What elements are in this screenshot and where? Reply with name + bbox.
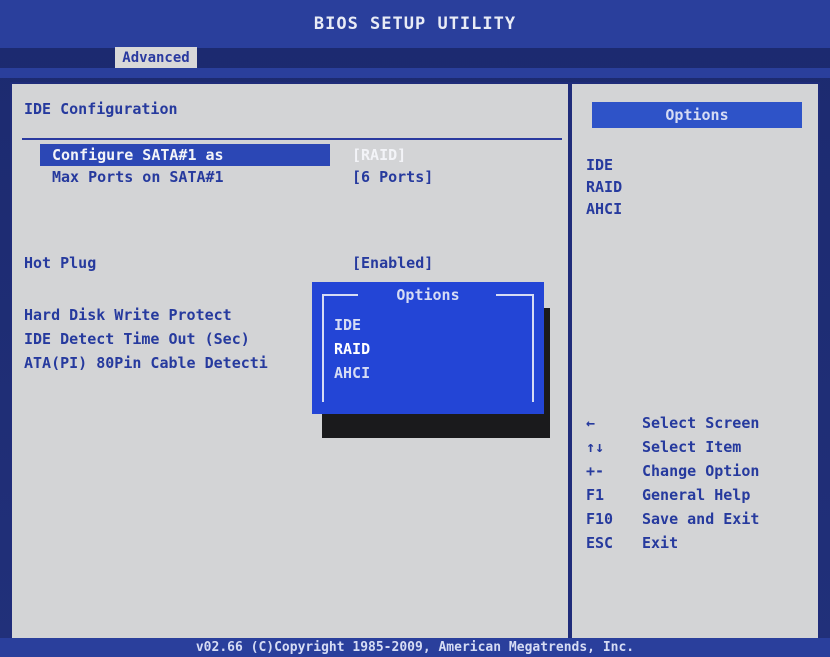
key-f1: F1: [586, 486, 605, 504]
help-panel: Options IDE RAID AHCI ← Select Screen ↑↓…: [570, 82, 820, 646]
key-esc: ESC: [586, 534, 614, 552]
setting-ata-cable-detection[interactable]: ATA(PI) 80Pin Cable Detecti: [24, 354, 268, 372]
setting-hdd-write-protect[interactable]: Hard Disk Write Protect: [24, 306, 232, 324]
tab-strip: [0, 68, 830, 78]
popup-option-ahci[interactable]: AHCI: [334, 364, 370, 382]
setting-hot-plug[interactable]: Hot Plug: [24, 254, 96, 272]
key-updown-arrow-icon: ↑↓: [586, 438, 605, 456]
section-title: IDE Configuration: [24, 100, 178, 118]
footer-copyright: v02.66 (C)Copyright 1985-2009, American …: [0, 638, 830, 657]
popup-option-raid[interactable]: RAID: [334, 340, 370, 358]
help-option-raid: RAID: [586, 178, 623, 196]
title-bar: BIOS SETUP UTILITY: [0, 0, 830, 48]
key-desc-exit: Exit: [642, 534, 679, 552]
key-desc-general-help: General Help: [642, 486, 751, 504]
key-left-arrow-icon: ←: [586, 414, 596, 432]
setting-hot-plug-value[interactable]: [Enabled]: [352, 254, 433, 272]
key-desc-save-exit: Save and Exit: [642, 510, 760, 528]
tab-advanced[interactable]: Advanced: [115, 47, 197, 69]
setting-max-ports-sata1-value[interactable]: [6 Ports]: [352, 168, 433, 186]
setting-max-ports-sata1[interactable]: Max Ports on SATA#1: [52, 168, 224, 186]
key-desc-select-screen: Select Screen: [642, 414, 760, 432]
section-divider: [22, 138, 562, 140]
app-title: BIOS SETUP UTILITY: [313, 14, 517, 34]
setting-configure-sata1-value[interactable]: [RAID]: [352, 146, 406, 164]
setting-configure-sata1[interactable]: Configure SATA#1 as: [52, 146, 224, 164]
options-popup: Options IDE RAID AHCI: [312, 282, 544, 414]
popup-title: Options: [396, 286, 460, 304]
key-f10: F10: [586, 510, 614, 528]
help-header: Options: [592, 102, 802, 128]
help-option-ahci: AHCI: [586, 200, 623, 218]
setting-ide-detect-timeout[interactable]: IDE Detect Time Out (Sec): [24, 330, 250, 348]
popup-option-ide[interactable]: IDE: [334, 316, 361, 334]
bios-screen: BIOS SETUP UTILITY Advanced IDE Configur…: [0, 0, 830, 657]
help-option-ide: IDE: [586, 156, 614, 174]
key-desc-change-option: Change Option: [642, 462, 760, 480]
key-desc-select-item: Select Item: [642, 438, 742, 456]
key-plus-minus: +-: [586, 462, 605, 480]
